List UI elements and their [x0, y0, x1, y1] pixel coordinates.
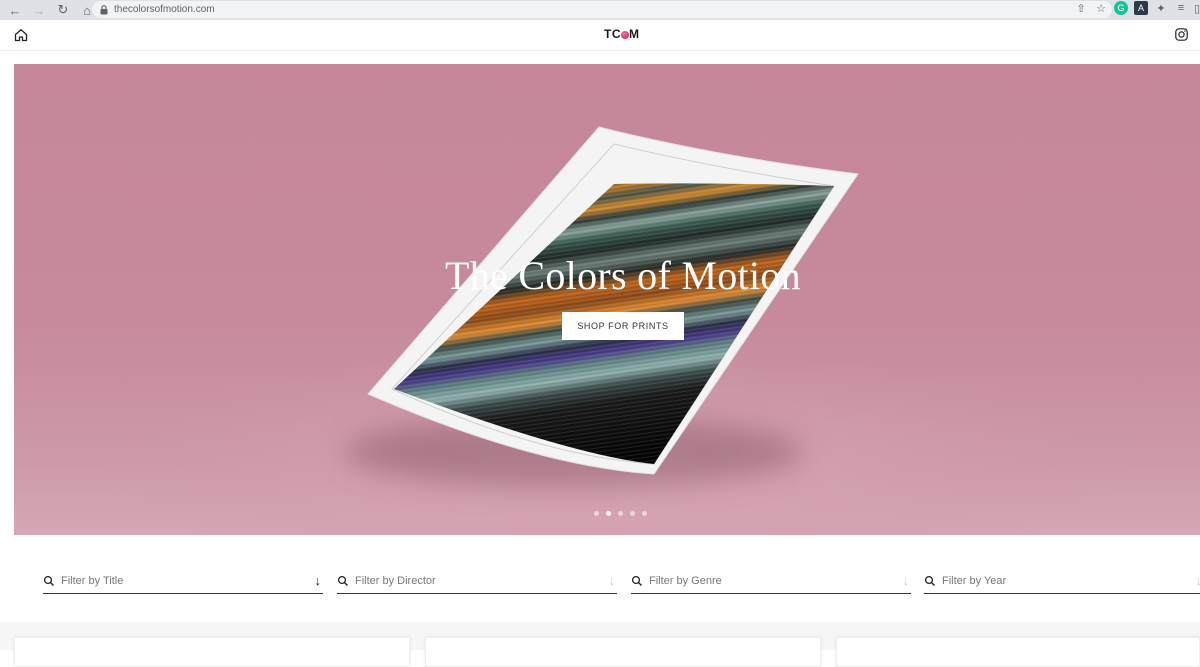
browser-toolbar: ← → ↻ ⌂ thecolorsofmotion.com ⇧ ☆ G A ✦ … — [0, 0, 1200, 20]
search-icon — [631, 575, 643, 587]
product-card[interactable] — [836, 637, 1200, 667]
logo-text-prefix: TC — [604, 27, 621, 41]
search-icon — [337, 575, 349, 587]
forward-icon[interactable]: → — [30, 1, 48, 19]
puzzle-icon[interactable]: ✦ — [1154, 1, 1168, 15]
filter-genre-input[interactable] — [649, 575, 903, 587]
logo-text-suffix: M — [629, 27, 640, 41]
lock-icon — [100, 5, 108, 15]
filter-director-input[interactable] — [355, 575, 609, 587]
hero-title: The Colors of Motion — [14, 252, 1200, 299]
site-logo[interactable]: TC M — [604, 27, 640, 41]
instagram-icon[interactable] — [1175, 28, 1188, 41]
star-icon[interactable]: ☆ — [1094, 1, 1108, 15]
reading-list-icon[interactable]: ≡ — [1174, 1, 1188, 15]
back-icon[interactable]: ← — [6, 1, 24, 19]
filter-bar: ↓ ↓ ↓ ↓ — [43, 568, 1200, 596]
grammarly-icon[interactable]: G — [1114, 1, 1128, 15]
search-icon — [43, 575, 55, 587]
filter-director: ↓ — [337, 568, 617, 594]
sort-arrow-icon[interactable]: ↓ — [609, 573, 616, 588]
filter-genre: ↓ — [631, 568, 911, 594]
hero-print-image — [14, 64, 1200, 535]
reload-icon[interactable]: ↻ — [54, 1, 72, 19]
product-card[interactable] — [14, 637, 410, 667]
carousel-dot[interactable] — [642, 511, 647, 516]
hero-carousel[interactable]: The Colors of Motion SHOP FOR PRINTS — [14, 64, 1200, 535]
extension-a-icon[interactable]: A — [1134, 1, 1148, 15]
filter-year: ↓ — [924, 568, 1200, 594]
sort-arrow-icon[interactable]: ↓ — [315, 573, 322, 588]
address-bar[interactable]: thecolorsofmotion.com — [92, 1, 1112, 18]
product-card[interactable] — [425, 637, 821, 667]
site-header: TC M — [0, 20, 1200, 51]
carousel-dot-active[interactable] — [606, 511, 611, 516]
carousel-dots — [594, 511, 647, 516]
logo-dot-icon — [621, 31, 629, 39]
home-icon[interactable] — [14, 28, 28, 42]
carousel-dot[interactable] — [594, 511, 599, 516]
shop-for-prints-button[interactable]: SHOP FOR PRINTS — [562, 312, 684, 340]
carousel-dot[interactable] — [618, 511, 623, 516]
profile-edge-icon[interactable]: ▯ — [1194, 1, 1200, 15]
share-icon[interactable]: ⇧ — [1074, 1, 1088, 15]
sort-arrow-icon[interactable]: ↓ — [1196, 573, 1200, 588]
search-icon — [924, 575, 936, 587]
filter-title-input[interactable] — [61, 575, 315, 587]
filter-title: ↓ — [43, 568, 323, 594]
filter-year-input[interactable] — [942, 575, 1196, 587]
url-text: thecolorsofmotion.com — [114, 4, 215, 15]
carousel-dot[interactable] — [630, 511, 635, 516]
sort-arrow-icon[interactable]: ↓ — [903, 573, 910, 588]
